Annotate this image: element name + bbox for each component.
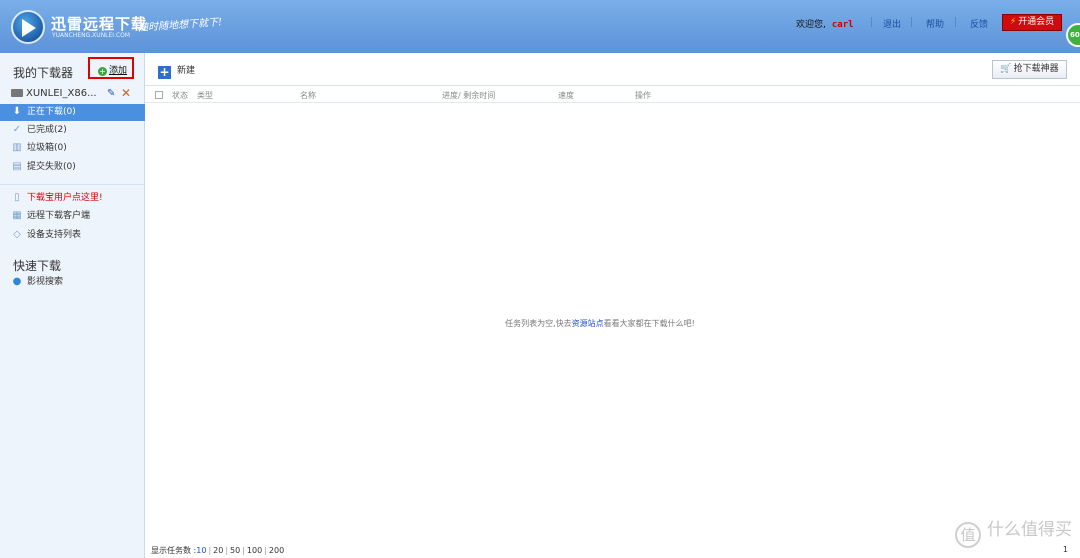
select-all-checkbox[interactable] xyxy=(155,91,163,99)
logo-subtitle: YUANCHENG.XUNLEI.COM xyxy=(52,32,131,39)
page-size-option[interactable]: 20 xyxy=(213,546,223,555)
sidebar-item-downloading[interactable]: ⬇ 正在下载(0) xyxy=(0,104,145,121)
task-table-header: 状态 类型 名称 进度/ 剩余时间 速度 操作 xyxy=(145,87,1080,103)
sidebar: 我的下载器 + 添加 XUNLEI_X86... ✎ ✕ ⬇ 正在下载(0) ✓ 已完… xyxy=(0,53,145,558)
speed-badge[interactable]: 60 xyxy=(1066,23,1080,47)
header-divider xyxy=(955,17,956,27)
sidebar-divider xyxy=(0,184,145,185)
welcome-text: 欢迎您, carl xyxy=(796,20,854,30)
feedback-link[interactable]: 反馈 xyxy=(970,17,988,30)
lightning-icon: ⚡ xyxy=(1009,17,1017,27)
grab-download-button[interactable]: 🛒 抢下载神器 xyxy=(992,60,1067,79)
device-list-icon: ◇ xyxy=(13,229,21,240)
new-task-button[interactable]: + 新建 xyxy=(158,63,195,79)
toolbar: + 新建 🛒 抢下载神器 xyxy=(145,53,1080,86)
quick-download-title: 快速下载 xyxy=(13,259,62,273)
page-size-option[interactable]: 200 xyxy=(269,546,284,555)
device-name: XUNLEI_X86... xyxy=(26,88,97,99)
failed-icon: ▤ xyxy=(12,161,22,172)
main-panel: + 新建 🛒 抢下载神器 状态 类型 名称 进度/ 剩余时间 速度 操作 任务列表为… xyxy=(145,53,1080,558)
device-item[interactable]: XUNLEI_X86... ✎ ✕ xyxy=(11,86,136,102)
column-name[interactable]: 名称 xyxy=(300,90,316,101)
delete-icon[interactable]: ✕ xyxy=(121,86,131,100)
cart-icon: 🛒 xyxy=(1000,64,1012,74)
header-divider xyxy=(871,17,872,27)
sidebar-link-downloadbao[interactable]: ▯ 下载宝用户点这里! xyxy=(0,190,145,207)
watermark: 值什么值得买 xyxy=(955,515,1072,548)
check-icon: ✓ xyxy=(12,124,22,135)
sidebar-link-device-list[interactable]: ◇ 设备支持列表 xyxy=(0,227,145,244)
sidebar-item-completed[interactable]: ✓ 已完成(2) xyxy=(0,122,145,139)
column-progress[interactable]: 进度/ 剩余时间 xyxy=(442,90,495,101)
resource-site-link[interactable]: 资源站点 xyxy=(572,319,604,328)
page-size-option[interactable]: 10 xyxy=(196,546,206,555)
slogan: 随时随地想下就下! xyxy=(137,17,223,34)
header-divider xyxy=(911,17,912,27)
add-downloader-button[interactable]: + 添加 xyxy=(98,63,127,76)
empty-task-message: 任务列表为空,快去资源站点看看大家都在下载什么吧! xyxy=(505,319,695,328)
app-header: 迅雷远程下载 YUANCHENG.XUNLEI.COM 随时随地想下就下! 欢迎… xyxy=(0,0,1080,53)
device-icon xyxy=(11,89,23,97)
my-downloaders-title: 我的下载器 xyxy=(13,66,74,80)
globe-icon: ● xyxy=(12,276,22,287)
page-size-option[interactable]: 100 xyxy=(247,546,262,555)
watermark-logo-icon: 值 xyxy=(955,522,981,548)
sidebar-item-failed[interactable]: ▤ 提交失败(0) xyxy=(0,159,145,176)
page-size-option[interactable]: 50 xyxy=(230,546,240,555)
column-type[interactable]: 类型 xyxy=(197,90,213,101)
sidebar-item-trash[interactable]: ▥ 垃圾箱(0) xyxy=(0,140,145,157)
xunlei-logo-icon[interactable] xyxy=(11,10,45,44)
sidebar-link-client[interactable]: ▦ 远程下载客户端 xyxy=(0,208,145,225)
add-downloader-highlight: + 添加 xyxy=(88,57,134,79)
task-count-selector: 显示任务数 :10 | 20 | 50 | 100 | 200 xyxy=(151,546,285,555)
plus-icon: + xyxy=(158,65,171,79)
help-link[interactable]: 帮助 xyxy=(926,17,944,30)
logout-link[interactable]: 退出 xyxy=(883,17,901,30)
download-arrow-icon: ⬇ xyxy=(12,106,22,117)
plus-circle-icon: + xyxy=(98,67,107,76)
trash-icon: ▥ xyxy=(12,142,22,153)
logo-title[interactable]: 迅雷远程下载 xyxy=(51,13,147,34)
column-status[interactable]: 状态 xyxy=(172,90,188,101)
client-icon: ▦ xyxy=(12,210,22,221)
edit-icon[interactable]: ✎ xyxy=(107,88,115,99)
sidebar-item-video-search[interactable]: ● 影视搜索 xyxy=(0,274,145,291)
open-vip-button[interactable]: ⚡ 开通会员 xyxy=(1002,14,1062,31)
username[interactable]: carl xyxy=(832,20,854,30)
column-actions: 操作 xyxy=(635,91,651,100)
column-speed[interactable]: 速度 xyxy=(558,90,574,101)
document-icon: ▯ xyxy=(14,192,20,203)
